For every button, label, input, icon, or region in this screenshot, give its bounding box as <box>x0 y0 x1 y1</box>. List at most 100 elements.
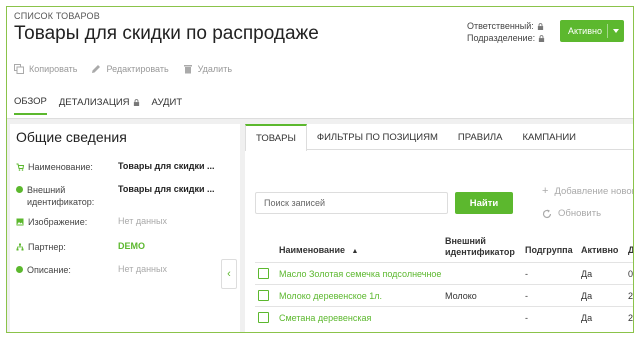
row-checkbox[interactable] <box>258 312 269 323</box>
field-partner: Партнер: DEMO <box>16 241 145 253</box>
field-image: Изображение: Нет данных <box>16 216 167 228</box>
row-name-link[interactable]: Молоко деревенское 1л. <box>279 291 382 301</box>
field-image-label: Изображение: <box>28 217 88 227</box>
row-checkbox[interactable] <box>258 290 269 301</box>
row-subgroup: - <box>525 269 528 279</box>
column-header-date[interactable]: Да <box>628 245 633 256</box>
trash-icon <box>183 65 192 74</box>
circle-icon <box>16 186 23 193</box>
field-image-value: Нет данных <box>118 216 167 226</box>
tab-audit[interactable]: АУДИТ <box>152 96 183 115</box>
field-external-id-value: Товары для скидки ... <box>118 184 215 194</box>
column-name-label: Наименование <box>279 245 346 255</box>
tab-rules-label: ПРАВИЛА <box>457 131 503 143</box>
tab-rules[interactable]: ПРАВИЛА <box>448 124 513 150</box>
search-button[interactable]: Найти <box>455 192 513 214</box>
status-dropdown-button[interactable]: Активно <box>560 20 624 42</box>
table-header: Наименование ▲ Внешний идентификатор Под… <box>255 234 633 262</box>
table-row[interactable]: Масло Золотая семечка подсолнечное - Да … <box>255 262 634 284</box>
row-subgroup: - <box>525 313 528 323</box>
row-external-id: Молоко <box>445 291 477 301</box>
table-row[interactable]: Сметана деревенская - Да 20 <box>255 306 634 328</box>
lock-icon <box>538 34 545 42</box>
chevron-down-icon[interactable] <box>613 29 619 33</box>
tab-audit-label: АУДИТ <box>151 97 183 108</box>
row-active: Да <box>581 291 593 301</box>
tab-overview-label: ОБЗОР <box>14 96 47 107</box>
edit-button[interactable]: Редактировать <box>91 64 169 74</box>
field-external-id: Внешний идентификатор: Товары для скидки… <box>16 184 215 208</box>
tab-filters-label: ФИЛЬТРЫ ПО ПОЗИЦИЯМ <box>316 131 438 143</box>
field-external-id-label: Внешний идентификатор: <box>27 185 95 207</box>
tab-filters[interactable]: ФИЛЬТРЫ ПО ПОЗИЦИЯМ <box>307 124 448 150</box>
tab-goods-label: ТОВАРЫ <box>256 133 296 144</box>
copy-icon <box>14 64 24 74</box>
column-header-external-id[interactable]: Внешний идентификатор <box>445 236 525 258</box>
row-name-link[interactable]: Сметана деревенская <box>279 313 371 323</box>
org-chart-icon <box>16 243 24 251</box>
column-header-active[interactable]: Активно <box>581 245 618 256</box>
table-row[interactable]: Молоко деревенское 1л. Молоко - Да 22 <box>255 284 633 306</box>
refresh-button[interactable]: Обновить <box>542 208 601 219</box>
responsible-label: Ответственный: <box>467 21 534 31</box>
field-description-value: Нет данных <box>118 264 167 274</box>
row-subgroup: - <box>525 291 528 301</box>
goods-panel: ТОВАРЫ ФИЛЬТРЫ ПО ПОЗИЦИЯМ ПРАВИЛА КАМПА… <box>245 124 633 332</box>
breadcrumb[interactable]: СПИСОК ТОВАРОВ <box>14 11 100 21</box>
tab-campaigns-label: КАМПАНИИ <box>522 131 576 143</box>
record-meta: Ответственный: Подразделение: <box>467 20 545 44</box>
summary-panel: Общие сведения Наименование: Товары для … <box>10 124 240 332</box>
search-input[interactable] <box>255 192 448 214</box>
column-header-name[interactable]: Наименование ▲ <box>279 245 358 257</box>
copy-button[interactable]: Копировать <box>14 64 77 74</box>
add-new-button[interactable]: + Добавление нового т <box>542 185 633 197</box>
toolbar: Копировать Редактировать Удалить <box>14 64 232 74</box>
circle-icon <box>16 266 23 273</box>
lock-icon <box>133 99 139 106</box>
status-label: Активно <box>568 26 602 36</box>
record-tabs: ОБЗОР ДЕТАЛИЗАЦИЯ АУДИТ <box>14 96 182 115</box>
responsible-row: Ответственный: <box>467 20 545 32</box>
field-description-label: Описание: <box>27 265 71 275</box>
tab-goods[interactable]: ТОВАРЫ <box>245 124 307 151</box>
collapse-panel-button[interactable]: ‹ <box>221 259 237 289</box>
field-name-value: Товары для скидки ... <box>118 161 215 171</box>
edit-label: Редактировать <box>106 64 169 74</box>
tab-details[interactable]: ДЕТАЛИЗАЦИЯ <box>59 96 140 115</box>
row-date: 20 <box>628 313 634 323</box>
add-new-label: Добавление нового т <box>554 185 633 197</box>
row-checkbox[interactable] <box>258 268 269 279</box>
row-active: Да <box>581 269 593 279</box>
department-label: Подразделение: <box>467 33 536 43</box>
page-title: Товары для скидки по распродаже <box>14 23 319 44</box>
refresh-label: Обновить <box>558 208 602 219</box>
chevron-left-icon: ‹ <box>227 268 231 280</box>
delete-button[interactable]: Удалить <box>183 64 232 74</box>
refresh-icon <box>542 209 552 218</box>
delete-label: Удалить <box>197 64 233 74</box>
image-icon <box>16 218 24 226</box>
cart-icon <box>16 163 24 171</box>
plus-icon: + <box>542 185 549 197</box>
field-description: Описание: Нет данных <box>16 264 167 276</box>
tab-overview[interactable]: ОБЗОР <box>14 96 47 115</box>
lock-icon <box>537 22 543 30</box>
divider <box>607 24 608 38</box>
app-window: СПИСОК ТОВАРОВ Товары для скидки по расп… <box>6 6 634 333</box>
field-partner-value[interactable]: DEMO <box>118 241 145 251</box>
tab-campaigns[interactable]: КАМПАНИИ <box>513 124 586 150</box>
field-partner-label: Партнер: <box>28 242 66 252</box>
column-header-subgroup[interactable]: Подгруппа <box>525 245 573 256</box>
tab-details-label: ДЕТАЛИЗАЦИЯ <box>58 97 130 108</box>
field-name: Наименование: Товары для скидки ... <box>16 161 215 173</box>
sort-asc-icon: ▲ <box>351 248 359 255</box>
department-row: Подразделение: <box>467 32 545 44</box>
copy-label: Копировать <box>29 64 78 74</box>
summary-title: Общие сведения <box>16 129 127 145</box>
row-date: 01 <box>628 269 634 279</box>
row-name-link[interactable]: Масло Золотая семечка подсолнечное <box>279 269 441 279</box>
detail-tabs: ТОВАРЫ ФИЛЬТРЫ ПО ПОЗИЦИЯМ ПРАВИЛА КАМПА… <box>245 124 633 151</box>
pencil-icon <box>92 65 101 73</box>
row-active: Да <box>581 313 593 323</box>
field-name-label: Наименование: <box>28 162 93 172</box>
